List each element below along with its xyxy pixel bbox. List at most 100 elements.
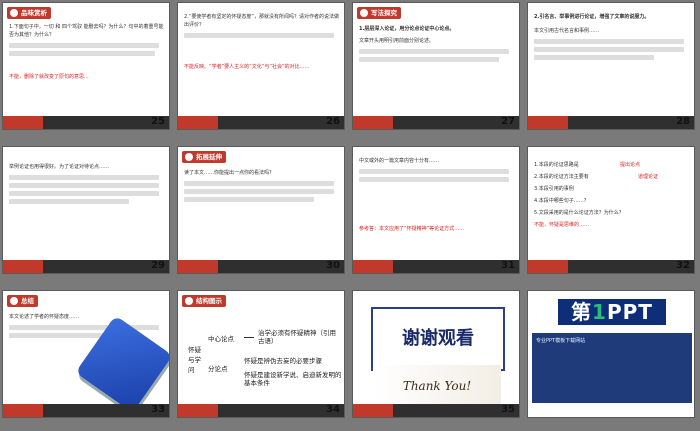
slide-29[interactable]: 举例论证也用得很好。为了论证对待论点…… 29 <box>2 146 170 274</box>
mindmap-center: 中心论点 <box>208 335 234 343</box>
mindmap-center-text: 治学必须有怀疑精神（引用古语） <box>258 329 336 345</box>
slide-body: 举例论证也用得很好。为了论证对待论点…… <box>9 164 110 170</box>
footer-accent <box>353 404 393 417</box>
slide-34[interactable]: 结构图示 怀疑与学问 中心论点 治学必须有怀疑精神（引用古语） 分论点 怀疑是辨… <box>177 290 345 418</box>
mindmap-sub-1: 怀疑是辨伪去妄的必要步骤 <box>244 357 322 365</box>
slide-footer <box>528 116 694 129</box>
slide-number: 31 <box>501 260 515 271</box>
slide-title: 1.层层深入论证，用分论点论证中心论点。 <box>359 26 455 32</box>
section-tag: 结构图示 <box>182 295 226 307</box>
slide-body: 读了本文……你能提出一点你的看法吗？ <box>184 170 275 176</box>
slide-28[interactable]: 2.引名言、举事例进行论证，增强了文章的说服力。 本文引用古代名言和事例…… 2… <box>527 2 695 130</box>
slide-title: 2.引名言、举事例进行论证，增强了文章的说服力。 <box>534 14 650 20</box>
footer-accent <box>528 260 568 273</box>
footer-accent <box>353 116 393 129</box>
slide-footer <box>353 404 519 417</box>
slide-footer <box>3 116 169 129</box>
slide-grid: 品味赏析 1.下面句子中，一切 和 四个驾驭 能删去吗？为什么？句中的着重号能否… <box>0 0 700 431</box>
tag-icon <box>185 153 193 161</box>
text-line <box>9 51 155 56</box>
slide-number: 30 <box>326 260 340 271</box>
slide-body: 中文或外的一篇文章内容十分有…… <box>359 158 440 164</box>
footer-accent <box>528 116 568 129</box>
slide-footer <box>353 260 519 273</box>
text-line <box>184 33 334 38</box>
slide-footer <box>3 404 169 417</box>
tag-icon <box>185 297 193 305</box>
section-tag: 拓展延伸 <box>182 151 226 163</box>
tag-icon <box>360 9 368 17</box>
text-line <box>534 55 654 60</box>
slide-30[interactable]: 拓展延伸 读了本文……你能提出一点你的看法吗？ 30 <box>177 146 345 274</box>
red-answer: 参考答：本文应用了“怀疑精神”等论证方式…… <box>359 226 465 232</box>
arrow-line <box>244 337 254 338</box>
answer-2: 道理论证 <box>638 174 659 180</box>
slide-33[interactable]: 总结 本文论述了学者的怀疑态度…… 33 <box>2 290 170 418</box>
footer-accent <box>3 260 43 273</box>
logo-suffix: PPT <box>606 300 653 324</box>
ad-text: 专业PPT模板下载网站 <box>536 338 586 344</box>
text-line <box>359 57 499 62</box>
logo-one: 1 <box>592 300 607 324</box>
thank-you-image: Thank You! <box>373 365 501 407</box>
slide-27[interactable]: 写法探究 1.层层深入论证，用分论点论证中心论点。 文章开头用明引用前面分别论述… <box>352 2 520 130</box>
slide-body: 文章开头用明引用前面分别论述。 <box>359 38 435 44</box>
tag-label: 拓展延伸 <box>196 153 222 161</box>
slide-body: 本文论述了学者的怀疑态度…… <box>9 314 80 320</box>
slide-title: 1.下面句子中，一切 和 四个驾驭 能删去吗？为什么？句中的着重号能否为其他？为… <box>9 24 164 38</box>
slide-number: 35 <box>501 404 515 415</box>
tag-icon <box>10 297 18 305</box>
slide-26[interactable]: 2.“要使学者有坚定的怀疑态度”，那就没有所闻吗？请对作者的说法做出评价？ 不能… <box>177 2 345 130</box>
text-line <box>359 49 509 54</box>
text-line <box>184 197 314 202</box>
text-line <box>9 191 159 196</box>
section-tag: 品味赏析 <box>7 7 51 19</box>
slide-footer <box>353 116 519 129</box>
red-answer: 不能反映。“学者”要人主义的“文化”与“社会”的对比…… <box>184 64 310 70</box>
slide-number: 28 <box>676 116 690 127</box>
mindmap-sub: 分论点 <box>208 365 228 373</box>
footer-accent <box>3 116 43 129</box>
tag-label: 品味赏析 <box>21 9 47 17</box>
question-3: 3.本段引用的事例 <box>534 186 574 192</box>
slide-31[interactable]: 中文或外的一篇文章内容十分有…… 参考答：本文应用了“怀疑精神”等论证方式…… … <box>352 146 520 274</box>
slide-number: 29 <box>151 260 165 271</box>
tag-icon <box>10 9 18 17</box>
red-answer: 不能，怀疑是思维的…… <box>534 222 590 228</box>
footer-accent <box>353 260 393 273</box>
text-line <box>184 181 334 186</box>
thanks-heading: 谢谢观看 <box>371 307 505 371</box>
text-line <box>534 47 684 52</box>
slide-32[interactable]: 1.本段的论证思路是 提出论点 2.本段的论证方法主要有 道理论证 3.本段引用… <box>527 146 695 274</box>
slide-footer <box>528 260 694 273</box>
text-line <box>359 169 509 174</box>
question-4: 4.本段中哪些句子……？ <box>534 198 589 204</box>
mindmap-root: 怀疑与学问 <box>188 346 201 374</box>
slide-number: 27 <box>501 116 515 127</box>
text-line <box>9 175 159 180</box>
slide-35[interactable]: 谢谢观看 Thank You! 35 <box>352 290 520 418</box>
slide-footer <box>178 404 344 417</box>
slide-25[interactable]: 品味赏析 1.下面句子中，一切 和 四个驾驭 能删去吗？为什么？句中的着重号能否… <box>2 2 170 130</box>
text-line <box>9 199 129 204</box>
text-line <box>9 183 159 188</box>
text-line <box>534 39 684 44</box>
slide-footer <box>3 260 169 273</box>
logo-prefix: 第 <box>571 300 593 324</box>
slide-ad[interactable]: 第1PPT 专业PPT模板下载网站 <box>527 290 695 418</box>
slide-number: 25 <box>151 116 165 127</box>
slide-number: 26 <box>326 116 340 127</box>
ad-panel: 专业PPT模板下载网站 <box>532 333 692 403</box>
tag-label: 写法探究 <box>371 9 397 17</box>
footer-accent <box>3 404 43 417</box>
brand-logo: 第1PPT <box>558 299 666 325</box>
slide-number: 32 <box>676 260 690 271</box>
slide-footer <box>178 260 344 273</box>
footer-accent <box>178 260 218 273</box>
section-tag: 总结 <box>7 295 38 307</box>
slide-title: 2.“要使学者有坚定的怀疑态度”，那就没有所闻吗？请对作者的说法做出评价？ <box>184 14 339 28</box>
footer-accent <box>178 404 218 417</box>
text-line <box>9 43 159 48</box>
text-line <box>184 189 334 194</box>
text-line <box>359 177 509 182</box>
